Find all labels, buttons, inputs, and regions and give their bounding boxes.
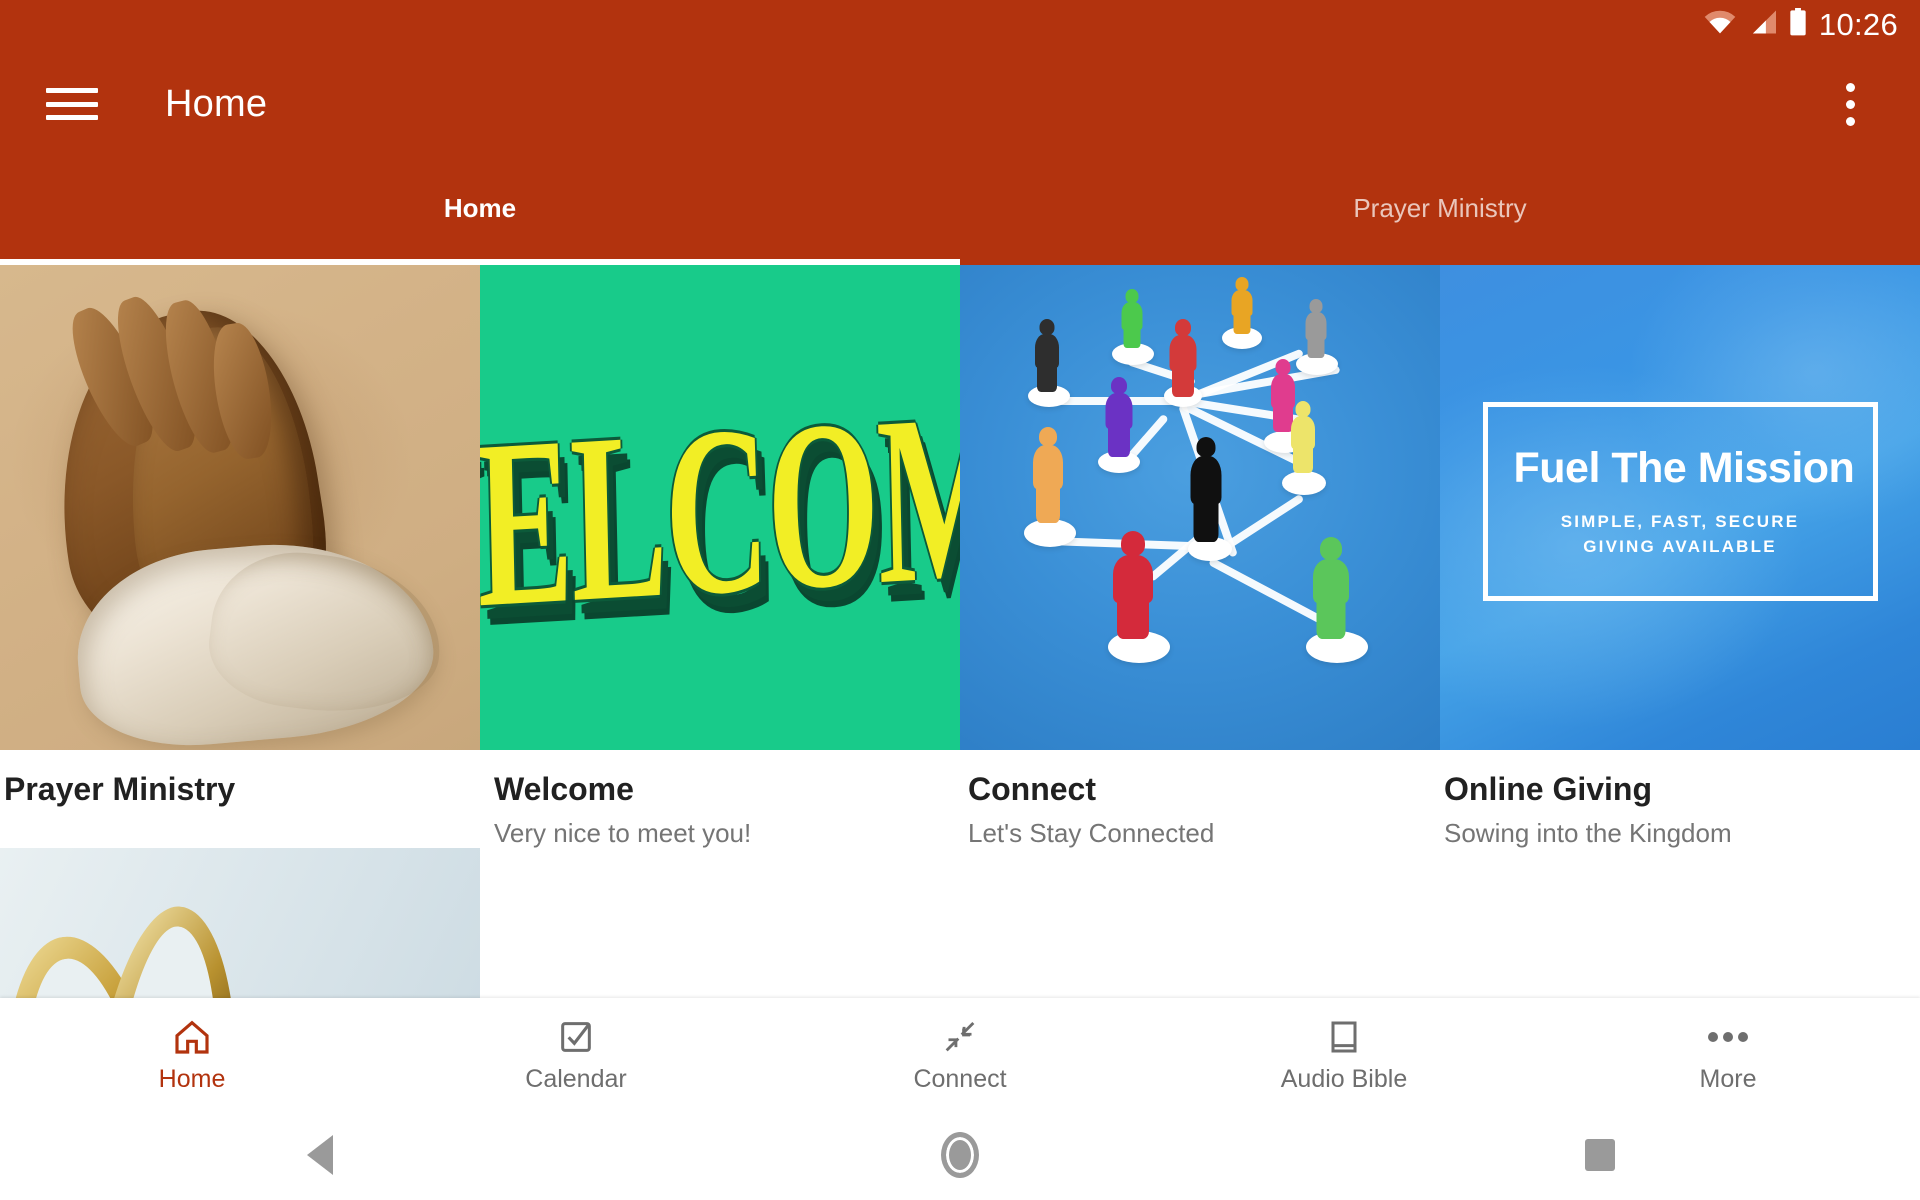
tab-home[interactable]: Home — [0, 160, 960, 265]
card-text-prayer-ministry: Prayer Ministry — [0, 750, 480, 807]
app-root: 10:26 Home Home Prayer Ministry Prayer M… — [0, 0, 1920, 1200]
tab-prayer-ministry[interactable]: Prayer Ministry — [960, 160, 1920, 265]
person-figure — [1190, 437, 1222, 542]
nav-item-connect[interactable]: Connect — [768, 1016, 1152, 1092]
card-connect[interactable]: Connect Let's Stay Connected — [960, 265, 1440, 848]
person-figure — [1032, 427, 1064, 523]
card-title: Connect — [968, 771, 1096, 807]
wifi-icon — [1703, 9, 1737, 40]
home-button[interactable] — [640, 1132, 1280, 1178]
fuel-the-mission-banner: Fuel The Mission SIMPLE, FAST, SECURE GI… — [1440, 265, 1920, 750]
card-subtitle: Sowing into the Kingdom — [1444, 818, 1732, 849]
banner-frame: Fuel The Mission SIMPLE, FAST, SECURE GI… — [1482, 402, 1878, 601]
card-text-connect: Connect Let's Stay Connected — [960, 750, 1440, 848]
card-text-online-giving: Online Giving Sowing into the Kingdom — [1440, 750, 1920, 848]
book-icon — [1324, 1016, 1364, 1058]
welcome-word-art: WELCOME — [480, 265, 960, 750]
person-figure — [1034, 319, 1060, 392]
nav-item-audio-bible[interactable]: Audio Bible — [1152, 1016, 1536, 1092]
card-image-online-giving: Fuel The Mission SIMPLE, FAST, SECURE GI… — [1440, 265, 1920, 750]
status-icons — [1703, 7, 1807, 41]
person-figure — [1312, 537, 1350, 639]
circle-home-icon — [941, 1132, 979, 1178]
nav-label-calendar: Calendar — [525, 1065, 627, 1093]
welcome-word-text: WELCOME — [480, 355, 960, 667]
square-recents-icon — [1585, 1139, 1615, 1171]
nav-item-more[interactable]: More — [1536, 1016, 1920, 1092]
card-image-gold-ornament — [0, 847, 480, 1000]
nav-label-connect: Connect — [913, 1065, 1007, 1093]
card-row-1: Prayer Ministry WELCOME Welcome Very nic… — [0, 265, 1920, 848]
nav-item-home[interactable]: Home — [0, 1016, 384, 1092]
praying-hands-illustration — [0, 265, 480, 750]
status-bar: 10:26 — [0, 0, 1920, 48]
ellipsis-icon — [1705, 1016, 1751, 1058]
card-subtitle: Very nice to meet you! — [494, 818, 752, 849]
card-grid: Prayer Ministry WELCOME Welcome Very nic… — [0, 265, 1920, 1000]
person-figure — [1290, 401, 1316, 473]
card-image-prayer-ministry — [0, 265, 480, 750]
nav-label-home: Home — [158, 1065, 226, 1093]
card-prayer-ministry[interactable]: Prayer Ministry — [0, 265, 480, 848]
tab-home-label: Home — [443, 193, 517, 223]
card-title: Welcome — [494, 771, 634, 807]
page-title: Home — [165, 82, 268, 125]
nav-item-calendar[interactable]: Calendar — [384, 1016, 768, 1092]
people-network-diagram — [960, 265, 1440, 750]
banner-subline-2: GIVING AVAILABLE — [1583, 537, 1777, 556]
gold-ornament-photo — [0, 847, 480, 1000]
banner-heading: Fuel The Mission — [1513, 444, 1855, 493]
cellular-signal-icon — [1748, 9, 1778, 40]
nav-label-more: More — [1699, 1065, 1757, 1093]
person-figure — [1104, 377, 1134, 457]
card-welcome[interactable]: WELCOME Welcome Very nice to meet you! — [480, 265, 960, 848]
recents-button[interactable] — [1280, 1139, 1920, 1171]
back-button[interactable] — [0, 1135, 640, 1175]
triangle-back-icon — [307, 1135, 333, 1175]
battery-icon — [1789, 7, 1807, 41]
banner-subline-1: SIMPLE, FAST, SECURE — [1560, 512, 1800, 532]
nav-label-audio-bible: Audio Bible — [1280, 1065, 1408, 1093]
card-text-welcome: Welcome Very nice to meet you! — [480, 750, 960, 848]
overflow-menu-icon[interactable] — [1828, 76, 1872, 132]
card-online-giving[interactable]: Fuel The Mission SIMPLE, FAST, SECURE GI… — [1440, 265, 1920, 848]
home-icon — [171, 1016, 213, 1058]
person-figure — [1168, 319, 1198, 397]
collapse-arrows-icon — [940, 1016, 980, 1058]
check-square-icon — [556, 1016, 596, 1058]
person-figure — [1304, 299, 1328, 358]
card-subtitle: Let's Stay Connected — [968, 818, 1215, 849]
card-image-welcome: WELCOME — [480, 265, 960, 750]
hamburger-menu-icon[interactable] — [42, 82, 102, 126]
android-system-bar — [0, 1110, 1920, 1200]
card-row-2 — [0, 847, 1920, 1000]
person-figure — [1120, 289, 1144, 348]
tab-bar: Home Prayer Ministry — [0, 160, 1920, 265]
card-partial-next[interactable] — [0, 847, 480, 1000]
person-figure — [1230, 277, 1254, 334]
person-figure — [1112, 531, 1154, 639]
card-title: Prayer Ministry — [4, 771, 236, 807]
card-image-connect — [960, 265, 1440, 750]
status-bar-clock: 10:26 — [1818, 6, 1898, 42]
app-toolbar: Home — [0, 48, 1920, 160]
card-title: Online Giving — [1444, 771, 1653, 807]
tab-prayer-ministry-label: Prayer Ministry — [1353, 193, 1527, 223]
bottom-navigation: Home Calendar Connect Audio Bible More — [0, 998, 1920, 1110]
